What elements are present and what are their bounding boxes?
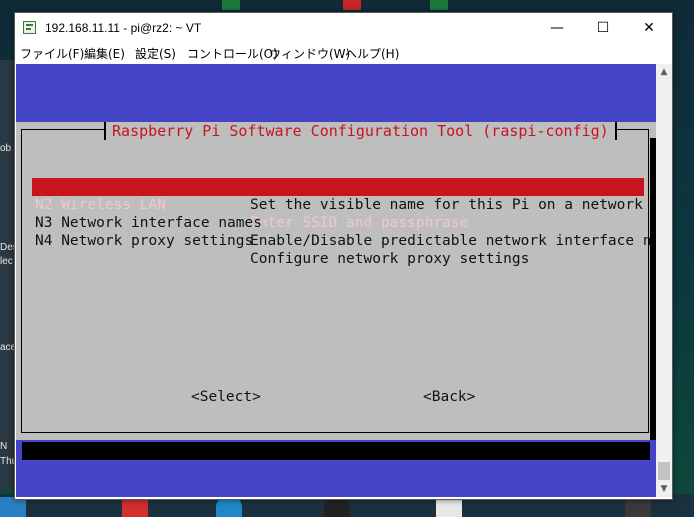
menu-bar: ファイル(F) 編集(E) 設定(S) コントロール(O) ウィンドウ(W) ヘ… [15, 43, 672, 63]
terminal-area[interactable]: Raspberry Pi Software Configuration Tool… [16, 64, 656, 497]
menu-help[interactable]: ヘルプ(H) [345, 45, 399, 62]
scroll-down-icon[interactable]: ▼ [656, 481, 672, 497]
menu-option-interface-names[interactable]: N3 Network interface names Enable/Disabl… [32, 196, 656, 249]
menu-control[interactable]: コントロール(O) [187, 45, 278, 62]
back-button[interactable]: <Back> [423, 389, 475, 405]
scroll-up-icon[interactable]: ▲ [656, 64, 672, 80]
minimize-button[interactable]: — [534, 13, 580, 43]
desktop-label: ob [0, 143, 12, 154]
taskbar-app-icon[interactable] [625, 497, 651, 517]
option-description: Configure network proxy settings [250, 251, 530, 267]
close-button[interactable]: ✕ [626, 13, 672, 43]
menu-settings[interactable]: 設定(S) [135, 45, 176, 62]
desktop-label: N [0, 441, 8, 452]
menu-edit[interactable]: 編集(E) [84, 45, 125, 62]
taskbar-app-icon[interactable] [436, 497, 462, 517]
desktop-excel-icon[interactable] [430, 0, 448, 10]
taskbar-app-icon[interactable] [324, 497, 350, 517]
taskbar-pdf-icon[interactable] [122, 497, 148, 517]
desktop-pdf-icon[interactable] [343, 0, 361, 10]
taskbar-edge-icon[interactable] [216, 497, 242, 517]
maximize-button[interactable]: ☐ [580, 13, 626, 43]
desktop-excel-icon[interactable] [222, 0, 240, 10]
menu-option-proxy-settings[interactable]: N4 Network proxy settings Configure netw… [32, 214, 644, 267]
scrollbar-thumb[interactable] [658, 462, 670, 480]
desktop-label: lec [0, 256, 13, 267]
terminal-window: 192.168.11.11 - pi@rz2: ~ VT — ☐ ✕ ファイル(… [14, 12, 673, 500]
menu-file[interactable]: ファイル(F) [20, 45, 84, 62]
select-button[interactable]: <Select> [191, 389, 261, 405]
title-bar[interactable]: 192.168.11.11 - pi@rz2: ~ VT — ☐ ✕ [15, 13, 672, 43]
option-description: Enable/Disable predictable network inter… [250, 233, 656, 249]
terminal-status-line [22, 442, 650, 460]
terminal-app-icon [23, 21, 36, 34]
window-title: 192.168.11.11 - pi@rz2: ~ VT [45, 21, 202, 35]
dialog-title: Raspberry Pi Software Configuration Tool… [104, 122, 617, 140]
menu-option-hostname[interactable]: N1 Hostname Set the visible name for thi… [32, 160, 644, 213]
taskbar-app-icon[interactable] [0, 497, 26, 517]
menu-window[interactable]: ウィンドウ(W) [269, 45, 350, 62]
vertical-scrollbar[interactable]: ▲ ▼ [656, 64, 672, 497]
option-key: N4 Network proxy settings [35, 233, 254, 249]
raspi-config-dialog: Raspberry Pi Software Configuration Tool… [16, 122, 656, 440]
menu-option-wireless-lan[interactable]: N2 Wireless LAN Enter SSID and passphras… [32, 178, 644, 231]
